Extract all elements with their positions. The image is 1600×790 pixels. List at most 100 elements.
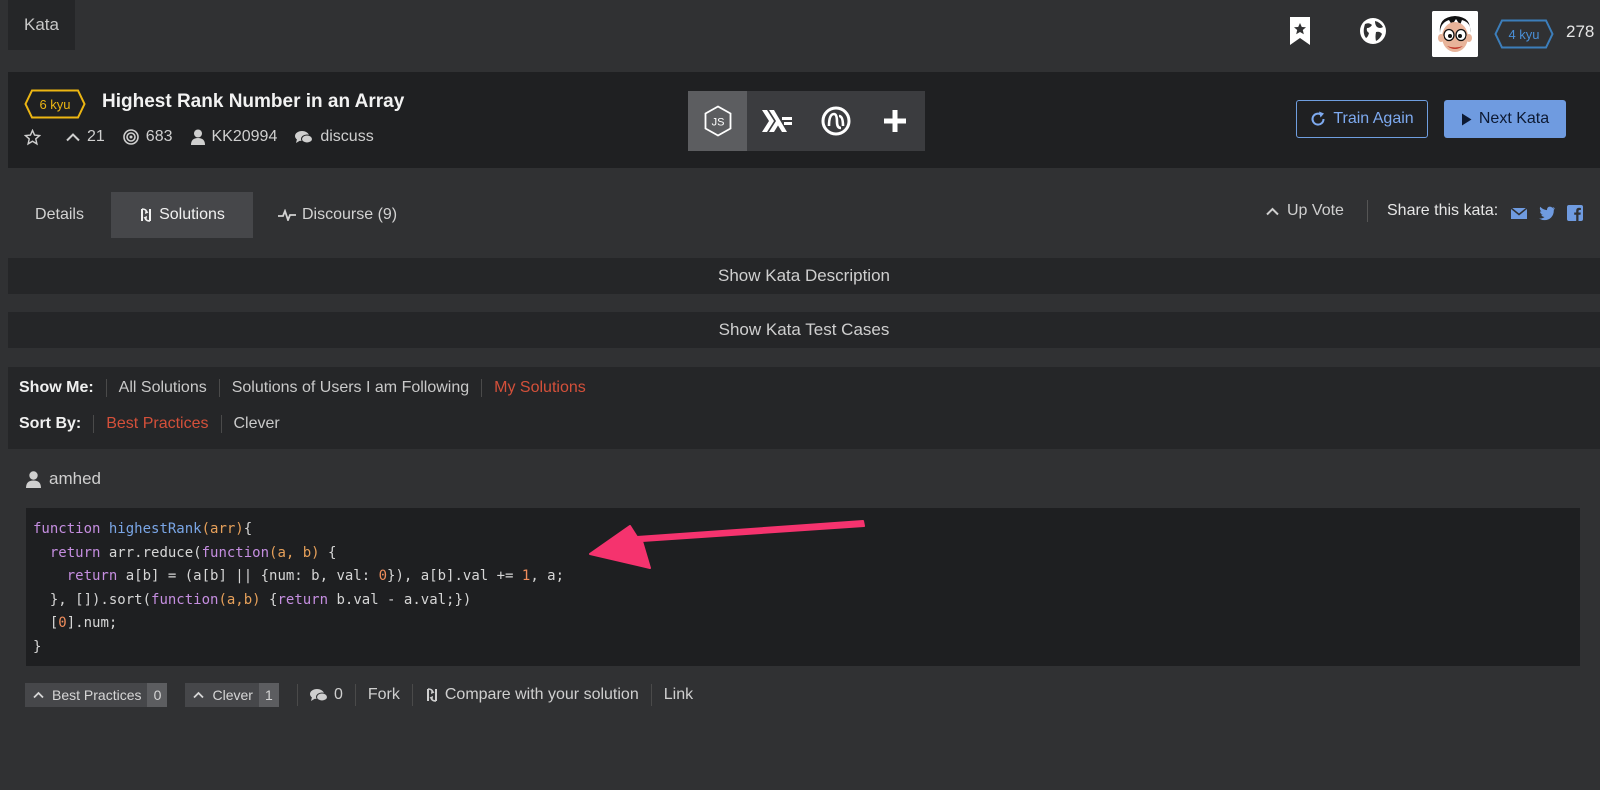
clever-vote-label: Clever bbox=[212, 687, 253, 703]
compare-button[interactable]: Compare with your solution bbox=[411, 684, 651, 706]
fork-button[interactable]: Fork bbox=[354, 684, 412, 706]
top-bar: Kata 4 kyu 278 bbox=[0, 0, 1600, 60]
user-icon bbox=[26, 470, 41, 488]
twitter-icon[interactable] bbox=[1538, 204, 1556, 222]
satisfaction-votes: 21 bbox=[66, 128, 105, 146]
comments-icon bbox=[295, 130, 314, 143]
train-again-button[interactable]: Train Again bbox=[1296, 100, 1428, 138]
train-again-label: Train Again bbox=[1333, 110, 1414, 127]
comments-button[interactable]: 0 bbox=[296, 684, 355, 706]
share-label: Share this kata: bbox=[1387, 202, 1499, 219]
filter-all-solutions[interactable]: All Solutions bbox=[105, 379, 219, 397]
filter-my-solutions[interactable]: My Solutions bbox=[481, 379, 598, 397]
show-me-label: Show Me: bbox=[19, 379, 94, 396]
facebook-icon[interactable] bbox=[1566, 204, 1584, 222]
svg-text:JS: JS bbox=[711, 117, 724, 129]
kata-rank-badge: 6 kyu bbox=[24, 89, 86, 119]
code-line: }, []).sort(function(a,b) {return b.val … bbox=[33, 591, 472, 608]
user-icon bbox=[190, 129, 205, 145]
refresh-icon bbox=[1311, 111, 1325, 126]
solution-author-name: amhed bbox=[49, 469, 101, 488]
discuss-link[interactable]: discuss bbox=[295, 128, 374, 146]
next-kata-button[interactable]: Next Kata bbox=[1444, 100, 1566, 138]
clever-count: 1 bbox=[258, 683, 279, 707]
star-button[interactable] bbox=[24, 128, 48, 146]
comments-count: 0 bbox=[333, 686, 343, 703]
completions: 683 bbox=[122, 128, 173, 146]
plus-icon bbox=[883, 110, 906, 132]
sort-best-practices[interactable]: Best Practices bbox=[93, 415, 220, 433]
compare-icon bbox=[141, 208, 152, 222]
sort-by-label: Sort By: bbox=[19, 415, 82, 432]
sort-clever[interactable]: Clever bbox=[220, 415, 292, 433]
compare-icon bbox=[426, 688, 437, 702]
play-icon bbox=[1461, 113, 1472, 125]
filter-following[interactable]: Solutions of Users I am Following bbox=[218, 379, 481, 397]
code-line: } bbox=[33, 638, 42, 655]
language-selector: JS bbox=[688, 91, 925, 151]
chevron-up-icon bbox=[193, 691, 205, 699]
solution-author[interactable]: amhed bbox=[26, 469, 101, 489]
bookmark-icon[interactable] bbox=[1283, 14, 1317, 48]
target-icon bbox=[122, 129, 139, 145]
email-icon[interactable] bbox=[1510, 204, 1528, 222]
globe-icon[interactable] bbox=[1356, 14, 1390, 48]
kata-rank-text: 6 kyu bbox=[39, 96, 71, 112]
code-line: [0].num; bbox=[33, 615, 118, 632]
sort-by-row: Sort By: Best Practices Clever bbox=[19, 415, 292, 433]
tab-solutions-label: Solutions bbox=[159, 206, 225, 223]
up-vote-label: Up Vote bbox=[1287, 202, 1344, 219]
solution-code: function highestRank(arr){ return arr.re… bbox=[26, 508, 1580, 666]
link-label: Link bbox=[663, 686, 694, 703]
language-javascript[interactable]: JS bbox=[688, 91, 747, 151]
chevron-up-icon bbox=[1266, 207, 1279, 215]
show-test-cases-bar[interactable]: Show Kata Test Cases bbox=[8, 312, 1600, 348]
avatar[interactable] bbox=[1432, 11, 1478, 57]
completions-count: 683 bbox=[145, 128, 173, 145]
pulse-icon bbox=[278, 209, 296, 221]
kata-title[interactable]: Highest Rank Number in an Array bbox=[102, 91, 404, 113]
kata-meta: 21 683 KK20994 discuss bbox=[24, 128, 392, 146]
votes-count: 21 bbox=[87, 128, 105, 145]
kata-nav-tab[interactable]: Kata bbox=[8, 0, 75, 50]
star-icon bbox=[24, 128, 41, 145]
tab-discourse-label: Discourse (9) bbox=[302, 206, 398, 223]
tab-details-label: Details bbox=[35, 206, 84, 223]
show-description-label: Show Kata Description bbox=[718, 266, 890, 285]
solutions-filter-panel: Show Me: All Solutions Solutions of User… bbox=[8, 367, 1600, 449]
chevron-up-icon bbox=[33, 691, 44, 699]
add-language-button[interactable] bbox=[865, 91, 924, 151]
user-rank-text: 4 kyu bbox=[1508, 26, 1540, 42]
chevron-up-icon bbox=[66, 133, 80, 142]
link-button[interactable]: Link bbox=[650, 684, 705, 706]
tab-details[interactable]: Details bbox=[8, 192, 111, 238]
clojure-icon bbox=[821, 106, 850, 136]
show-description-bar[interactable]: Show Kata Description bbox=[8, 258, 1600, 294]
language-clojure[interactable] bbox=[806, 91, 865, 151]
language-haskell[interactable] bbox=[747, 91, 806, 151]
tab-solutions[interactable]: Solutions bbox=[111, 192, 253, 238]
up-vote-button[interactable]: Up Vote bbox=[1266, 202, 1344, 220]
show-me-row: Show Me: All Solutions Solutions of User… bbox=[19, 379, 598, 397]
author-link[interactable]: KK20994 bbox=[190, 128, 278, 146]
discuss-label: discuss bbox=[320, 128, 374, 145]
comments-icon bbox=[309, 688, 328, 701]
author-name: KK20994 bbox=[211, 128, 278, 145]
solution-actions: Best Practices 0 Clever 1 0 Fork Compare… bbox=[25, 683, 705, 707]
code-line: return arr.reduce(function(a, b) { bbox=[49, 544, 337, 561]
show-test-cases-label: Show Kata Test Cases bbox=[718, 320, 890, 339]
code-line: function highestRank(arr){ bbox=[33, 521, 253, 537]
javascript-icon: JS bbox=[704, 105, 731, 137]
next-kata-label: Next Kata bbox=[1478, 110, 1550, 127]
best-practices-vote-button[interactable]: Best Practices 0 bbox=[25, 683, 168, 707]
user-rank-badge[interactable]: 4 kyu bbox=[1494, 19, 1554, 49]
clever-vote-button[interactable]: Clever 1 bbox=[185, 683, 279, 707]
tab-discourse[interactable]: Discourse (9) bbox=[278, 192, 408, 238]
fork-label: Fork bbox=[367, 686, 400, 703]
haskell-icon bbox=[761, 110, 792, 132]
best-practices-vote-label: Best Practices bbox=[52, 687, 142, 703]
best-practices-count: 0 bbox=[147, 683, 168, 707]
code-line: return a[b] = (a[b] || {num: b, val: 0})… bbox=[66, 568, 565, 585]
compare-label: Compare with your solution bbox=[444, 686, 639, 703]
honor-count: 278 bbox=[1566, 22, 1595, 41]
